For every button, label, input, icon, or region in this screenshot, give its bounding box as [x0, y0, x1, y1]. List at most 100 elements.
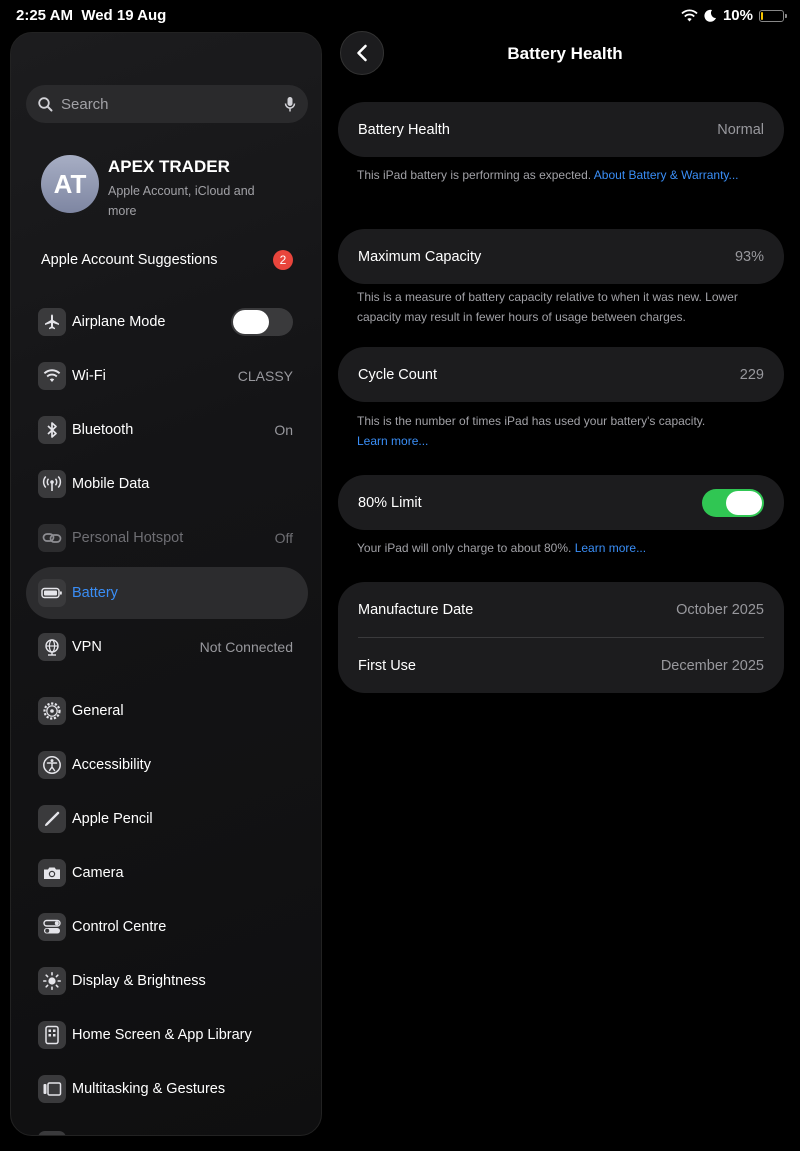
battery-health-card: Battery Health Normal [338, 102, 784, 157]
wifi-icon [38, 362, 66, 390]
battery-icon [38, 579, 66, 607]
sidebar-item-label: Camera [72, 865, 124, 881]
sidebar-item-label: Bluetooth [72, 422, 134, 438]
sidebar-item-bluetooth[interactable]: Bluetooth On [26, 404, 308, 456]
sidebar-item-label: Multitasking & Gestures [72, 1081, 226, 1097]
charge-limit-label: 80% Limit [358, 494, 422, 511]
sidebar-item-label: Home Screen & App Library [72, 1027, 252, 1043]
sidebar-item-home-screen[interactable]: Home Screen & App Library [26, 1009, 308, 1061]
sidebar-item-label: General [72, 703, 124, 719]
maximum-capacity-label: Maximum Capacity [358, 248, 482, 265]
manufacture-date-row: Manufacture Date October 2025 [338, 582, 784, 637]
sidebar-item-label: Wi-Fi [72, 368, 106, 384]
cycle-count-label: Cycle Count [358, 366, 437, 383]
profile-name: APEX TRADER [108, 157, 230, 176]
battery-status-icon [759, 9, 787, 22]
maximum-capacity-note: This is a measure of battery capacity re… [357, 290, 738, 324]
battery-status-fill [761, 11, 764, 20]
charge-limit-note-text: Your iPad will only charge to about 80%. [357, 541, 575, 555]
sidebar-item-camera[interactable]: Camera [26, 847, 308, 899]
suggestions-label: Apple Account Suggestions [41, 252, 218, 268]
sidebar-item-value: Off [274, 530, 293, 546]
sidebar-item-label: Mobile Data [72, 476, 150, 492]
sidebar-item-label: Accessibility [72, 757, 151, 773]
charge-limit-note: Your iPad will only charge to about 80%.… [357, 538, 767, 558]
battery-percent: 10% [722, 7, 753, 24]
battery-health-value: Normal [717, 121, 764, 138]
sidebar-item-mobile-data[interactable]: Mobile Data [26, 458, 308, 510]
battery-health-note-text: This iPad battery is performing as expec… [357, 168, 594, 182]
status-time: 2:25 AM Wed 19 Aug [16, 7, 166, 24]
avatar: AT [41, 155, 99, 213]
battery-health-note: This iPad battery is performing as expec… [357, 165, 767, 185]
charge-limit-card: 80% Limit [338, 475, 784, 530]
sidebar-item-battery[interactable]: Battery [26, 567, 308, 619]
search-icon [38, 96, 53, 111]
apple-account-profile[interactable]: AT APEX TRADER Apple Account, iCloud and… [41, 155, 311, 218]
sidebar-item-control-centre[interactable]: Control Centre [26, 901, 308, 953]
pencil-icon [38, 805, 66, 833]
status-date-label: Wed 19 Aug [81, 7, 167, 24]
status-bar: 2:25 AM Wed 19 Aug 10% [0, 0, 800, 32]
gear-icon [38, 697, 66, 725]
profile-subtitle: Apple Account, iCloud and more [108, 184, 255, 218]
partial-icon [38, 1131, 66, 1135]
sidebar-item-apple-pencil[interactable]: Apple Pencil [26, 793, 308, 845]
globe-icon [38, 633, 66, 661]
airplane-icon [38, 308, 66, 336]
sidebar-item-vpn[interactable]: VPN Not Connected [26, 621, 308, 673]
suggestions-badge: 2 [273, 250, 293, 270]
airplane-mode-toggle[interactable] [231, 308, 293, 336]
back-button[interactable] [340, 31, 384, 75]
sidebar-item-label: Personal Hotspot [72, 530, 184, 546]
cycle-count-row: Cycle Count 229 [338, 347, 784, 402]
status-right: 10% [681, 7, 787, 24]
link-icon [38, 524, 66, 552]
search-placeholder: Search [61, 95, 109, 113]
manufacture-date-label: Manufacture Date [358, 601, 474, 618]
about-battery-link[interactable]: About Battery & Warranty... [594, 168, 739, 182]
maximum-capacity-card: Maximum Capacity 93% [338, 229, 784, 284]
maximum-capacity-row: Maximum Capacity 93% [338, 229, 784, 284]
status-time-label: 2:25 AM [16, 7, 73, 24]
first-use-value: December 2025 [660, 657, 764, 674]
apple-account-suggestions[interactable]: Apple Account Suggestions 2 [41, 249, 293, 271]
sidebar-item-display-brightness[interactable]: Display & Brightness [26, 955, 308, 1007]
multitask-icon [38, 1075, 66, 1103]
maximum-capacity-value: 93% [734, 248, 764, 265]
sidebar-item-label: Control Centre [72, 919, 167, 935]
sidebar-item-general[interactable]: General [26, 685, 308, 737]
sidebar-item-label: VPN [72, 639, 102, 655]
search-field[interactable]: Search [26, 85, 308, 123]
cycle-count-card: Cycle Count 229 [338, 347, 784, 402]
sidebar: Search AT APEX TRADER Apple Account, iCl… [10, 32, 322, 1136]
sidebar-item-value: CLASSY [237, 368, 293, 384]
manufacture-date-value: October 2025 [676, 601, 764, 618]
cycle-count-learn-more-link[interactable]: Learn more... [357, 434, 428, 448]
accessibility-icon [38, 751, 66, 779]
first-use-label: First Use [358, 657, 416, 674]
battery-health-row: Battery Health Normal [338, 102, 784, 157]
sidebar-item-label: Apple Pencil [72, 811, 153, 827]
sidebar-item-accessibility[interactable]: Accessibility [26, 739, 308, 791]
sidebar-item-value: Not Connected [199, 639, 293, 655]
sidebar-item-multitasking[interactable]: Multitasking & Gestures [26, 1063, 308, 1115]
charge-limit-learn-more-link[interactable]: Learn more... [575, 541, 646, 555]
camera-icon [38, 859, 66, 887]
moon-icon [704, 9, 716, 22]
charge-limit-toggle[interactable] [702, 488, 764, 517]
antenna-icon [38, 470, 66, 498]
cycle-count-note-text: This is the number of times iPad has use… [357, 414, 706, 428]
sidebar-item-airplane-mode[interactable]: Airplane Mode [26, 296, 308, 348]
sidebar-item-label: Airplane Mode [72, 314, 166, 330]
sun-icon [38, 967, 66, 995]
charge-limit-row: 80% Limit [338, 475, 784, 530]
first-use-row: First Use December 2025 [338, 638, 784, 693]
microphone-icon[interactable] [284, 96, 296, 113]
sidebar-item-wifi[interactable]: Wi-Fi CLASSY [26, 350, 308, 402]
sidebar-item-value: On [274, 422, 293, 438]
sidebar-item-label: Battery [72, 585, 118, 601]
sidebar-item-personal-hotspot[interactable]: Personal Hotspot Off [26, 512, 308, 564]
sidebar-item-partial [38, 1131, 66, 1135]
dates-card: Manufacture Date October 2025 First Use … [338, 582, 784, 693]
